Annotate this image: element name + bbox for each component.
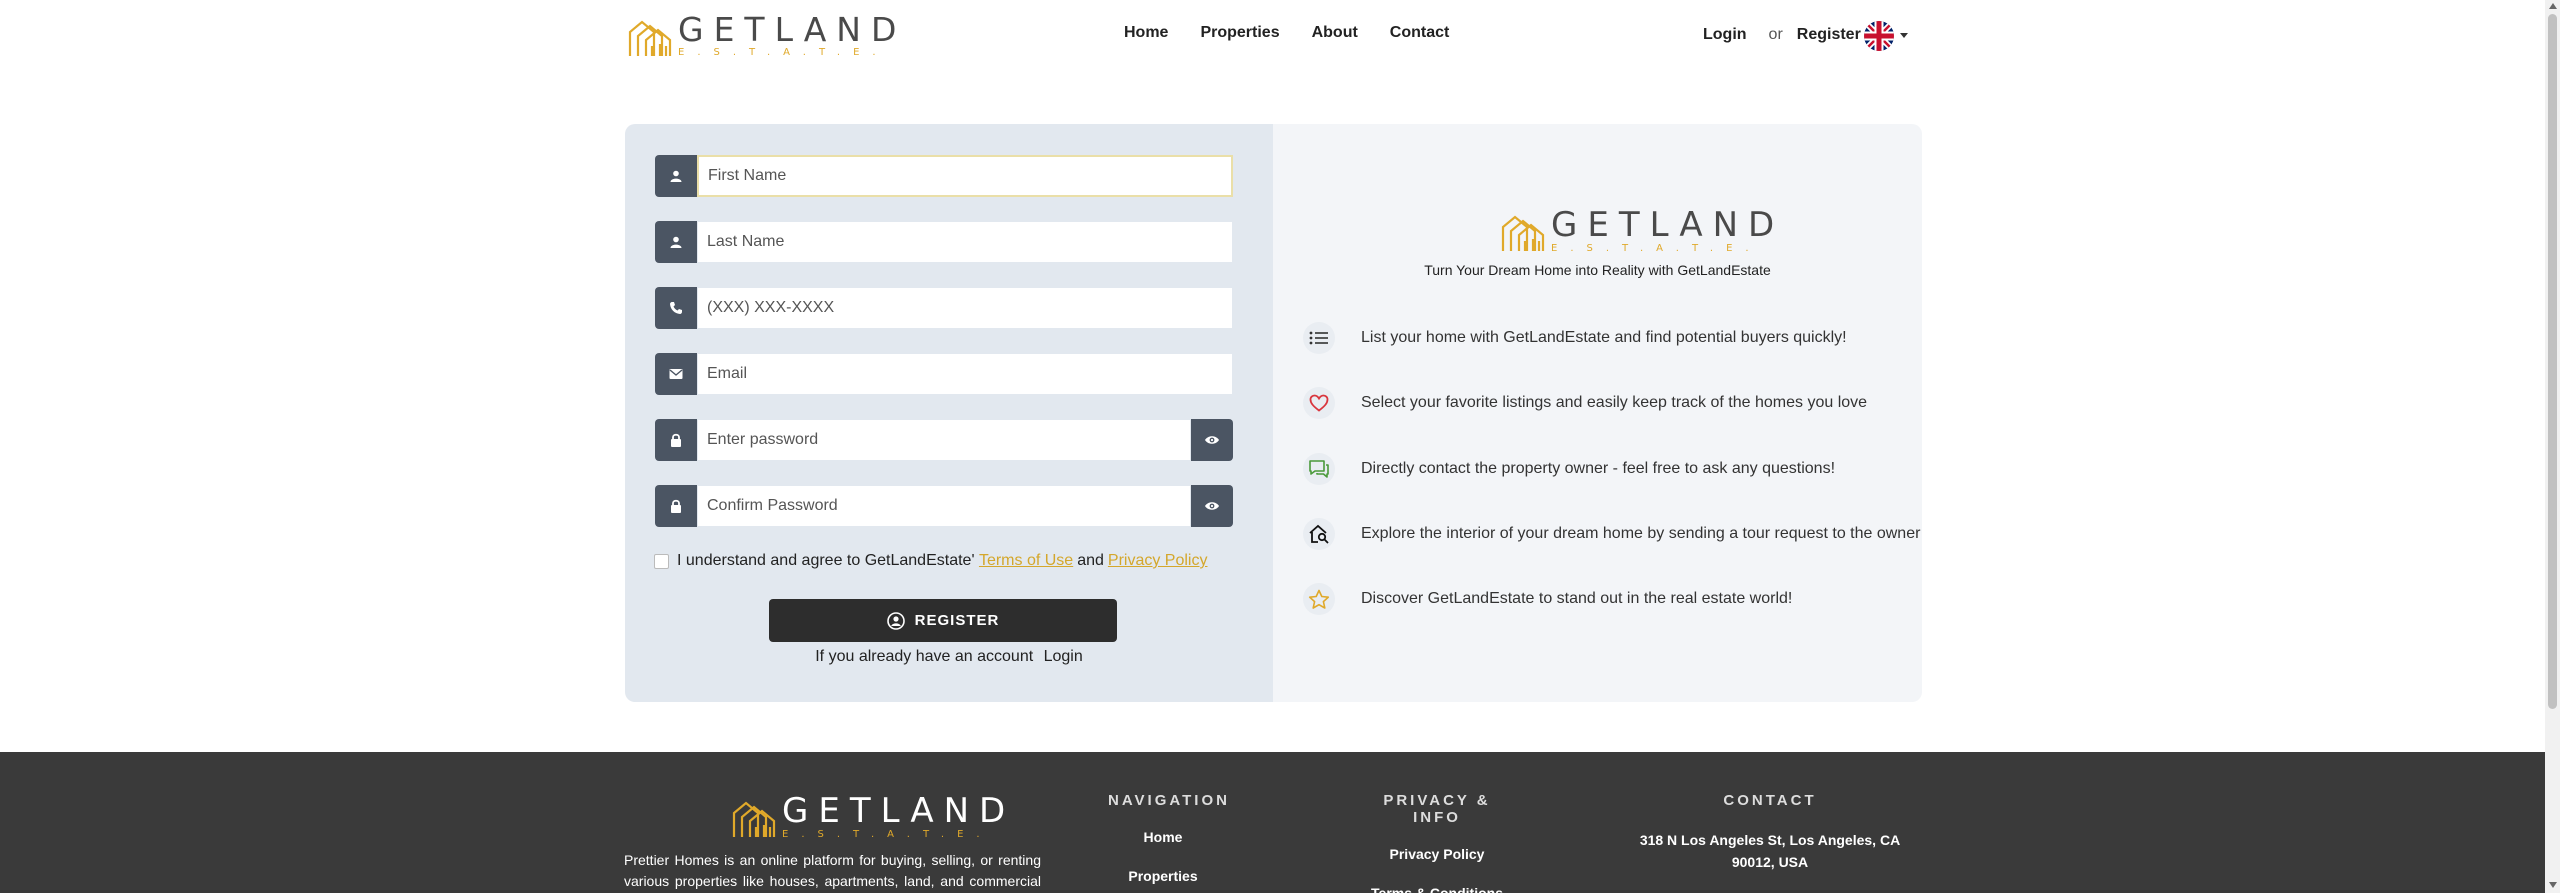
login-link[interactable]: Login (1044, 648, 1083, 665)
main-nav: Home Properties About Contact (1124, 24, 1481, 42)
feature-text: Directly contact the property owner - fe… (1361, 460, 1836, 477)
eye-icon (1205, 502, 1219, 510)
confirm-password-field (655, 485, 1233, 527)
chat-icon (1303, 453, 1335, 485)
user-circle-icon (886, 611, 905, 630)
promo-panel: GETLAND E.S.T.A.T.E. Turn Your Dream Hom… (1273, 124, 1922, 702)
logo-subtitle: E.S.T.A.T.E. (678, 47, 889, 58)
show-confirm-password-button[interactable] (1191, 485, 1233, 527)
nav-about[interactable]: About (1312, 24, 1358, 42)
chevron-down-icon[interactable] (1900, 33, 1908, 38)
already-text: If you already have an account (815, 648, 1034, 665)
logo-subtitle: E.S.T.A.T.E. (782, 829, 993, 840)
vertical-scrollbar[interactable] (2545, 0, 2560, 893)
feature-text: Select your favorite listings and easily… (1361, 394, 1868, 411)
password-input[interactable] (697, 419, 1191, 461)
logo-wordmark: GETLAND (1551, 205, 1785, 245)
first-name-input[interactable] (697, 155, 1233, 197)
building-logo-icon (732, 801, 776, 837)
terms-checkbox[interactable] (654, 553, 669, 569)
register-form: I understand and agree to GetLandEstate'… (625, 124, 1273, 702)
first-name-field (655, 155, 1233, 197)
header-register-link[interactable]: Register (1797, 26, 1861, 44)
promo-logo: GETLAND E.S.T.A.T.E. (1501, 208, 1784, 254)
nav-properties[interactable]: Properties (1200, 24, 1279, 42)
auth-links: Login or Register (1703, 26, 1861, 44)
uk-flag-icon[interactable] (1864, 21, 1894, 51)
building-logo-icon (1501, 215, 1545, 251)
footer-logo[interactable]: GETLAND E.S.T.A.T.E. (732, 794, 1015, 840)
scroll-up-arrow-icon[interactable] (2549, 3, 2557, 9)
privacy-policy-link[interactable]: Privacy Policy (1108, 552, 1208, 570)
phone-field (655, 287, 1233, 329)
promo-tagline: Turn Your Dream Home into Reality with G… (1424, 262, 1771, 278)
user-icon (655, 221, 697, 263)
list-icon (1303, 322, 1335, 354)
site-header: GETLAND E.S.T.A.T.E. Home Properties Abo… (0, 0, 2545, 70)
feature-item: Directly contact the property owner - fe… (1303, 453, 1835, 485)
feature-item: Select your favorite listings and easily… (1303, 387, 1867, 419)
register-page: GETLAND E.S.T.A.T.E. Home Properties Abo… (0, 0, 2560, 893)
footer-contact: CONTACT 318 N Los Angeles St, Los Angele… (1620, 792, 1920, 873)
footer-link-terms[interactable]: Terms & Conditions (1362, 885, 1512, 893)
phone-input[interactable] (697, 287, 1233, 329)
phone-icon (655, 287, 697, 329)
confirm-password-input[interactable] (697, 485, 1191, 527)
feature-item: Discover GetLandEstate to stand out in t… (1303, 583, 1792, 615)
footer-link-properties[interactable]: Properties (1108, 868, 1218, 884)
header-login-link[interactable]: Login (1703, 26, 1747, 44)
envelope-icon (655, 353, 697, 395)
logo-subtitle: E.S.T.A.T.E. (1551, 243, 1762, 254)
terms-agreement: I understand and agree to GetLandEstate'… (654, 552, 1207, 570)
scrollbar-thumb[interactable] (2548, 14, 2557, 709)
feature-item: List your home with GetLandEstate and fi… (1303, 322, 1847, 354)
eye-icon (1205, 436, 1219, 444)
nav-home[interactable]: Home (1124, 24, 1168, 42)
feature-text: Discover GetLandEstate to stand out in t… (1361, 590, 1793, 607)
footer-contact-title: CONTACT (1723, 792, 1817, 809)
feature-item: Explore the interior of your dream home … (1303, 518, 1920, 550)
site-footer: GETLAND E.S.T.A.T.E. Prettier Homes is a… (0, 752, 2545, 893)
show-password-button[interactable] (1191, 419, 1233, 461)
footer-navigation: NAVIGATION Home Properties (1108, 792, 1230, 893)
feature-text: Explore the interior of your dream home … (1361, 525, 1921, 542)
footer-link-privacy-policy[interactable]: Privacy Policy (1362, 846, 1512, 862)
register-card: I understand and agree to GetLandEstate'… (625, 124, 1922, 702)
footer-address: 318 N Los Angeles St, Los Angeles, CA 90… (1639, 832, 1901, 870)
nav-contact[interactable]: Contact (1390, 24, 1450, 42)
last-name-input[interactable] (697, 221, 1233, 263)
lock-icon (655, 419, 697, 461)
footer-privacy-title: PRIVACY & INFO (1383, 792, 1491, 826)
email-field (655, 353, 1233, 395)
and-text: and (1077, 552, 1104, 569)
footer-link-home[interactable]: Home (1108, 829, 1218, 845)
lock-icon (655, 485, 697, 527)
heart-icon (1303, 387, 1335, 419)
user-icon (655, 155, 697, 197)
or-text: or (1768, 26, 1783, 43)
star-icon (1303, 583, 1335, 615)
footer-privacy: PRIVACY & INFO Privacy Policy Terms & Co… (1362, 792, 1512, 893)
feature-text: List your home with GetLandEstate and fi… (1361, 329, 1847, 346)
register-button-label: REGISTER (914, 612, 1000, 629)
home-search-icon (1303, 518, 1335, 550)
logo-wordmark: GETLAND (678, 10, 907, 49)
terms-of-use-link[interactable]: Terms of Use (979, 552, 1073, 570)
footer-about-text: Prettier Homes is an online platform for… (624, 852, 1041, 889)
password-field (655, 419, 1233, 461)
header-logo[interactable]: GETLAND E.S.T.A.T.E. (628, 13, 906, 58)
last-name-field (655, 221, 1233, 263)
email-input[interactable] (697, 353, 1233, 395)
logo-wordmark: GETLAND (782, 791, 1016, 831)
scroll-down-arrow-icon[interactable] (2549, 882, 2557, 888)
already-have-account: If you already have an account Login (625, 648, 1273, 666)
footer-navigation-title: NAVIGATION (1108, 792, 1230, 809)
building-logo-icon (628, 20, 672, 56)
agree-text: I understand and agree to GetLandEstate' (677, 552, 975, 569)
register-button[interactable]: REGISTER (769, 599, 1117, 642)
